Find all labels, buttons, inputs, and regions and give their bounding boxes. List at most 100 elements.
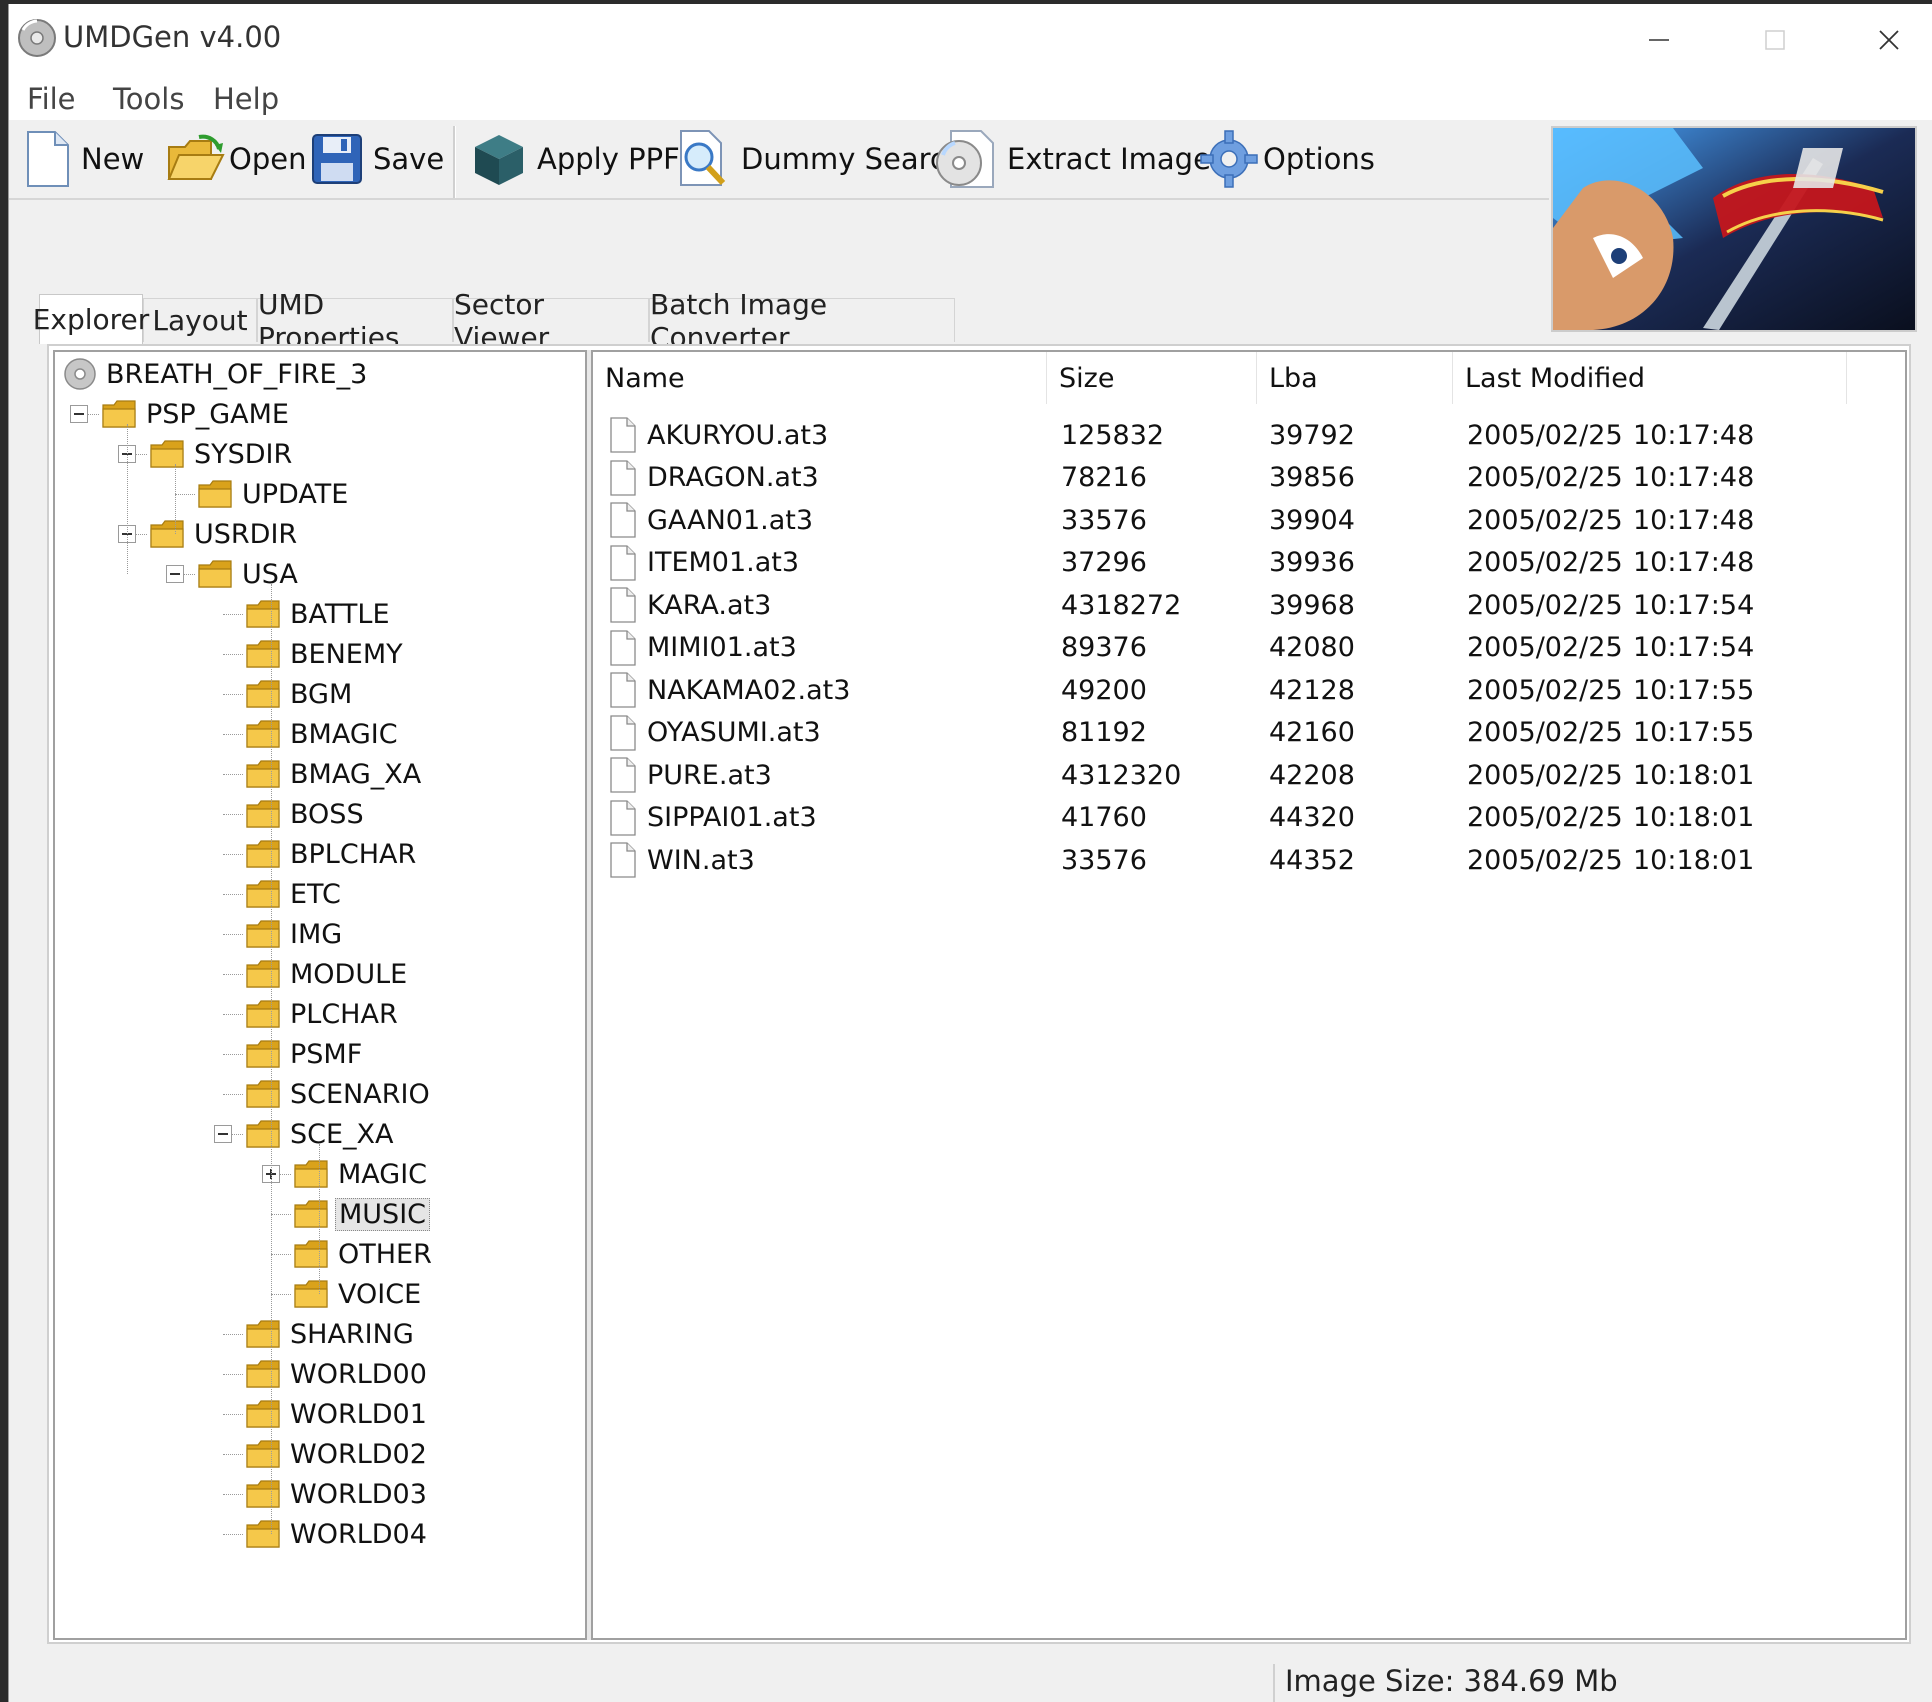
tree-node-world04[interactable]: WORLD04 (245, 1514, 430, 1554)
file-time: 10:17:48 (1633, 547, 1755, 578)
tab-sector-viewer[interactable]: Sector Viewer (453, 288, 649, 354)
tree-node-psp_game[interactable]: PSP_GAME (101, 394, 292, 434)
tree-node-sce_xa[interactable]: SCE_XA (245, 1114, 397, 1154)
options-button[interactable]: Options (1199, 124, 1375, 194)
tree-node-voice[interactable]: VOICE (293, 1274, 424, 1314)
table-row[interactable]: OYASUMI.at3 81192 42160 2005/02/25 10:17:55 (593, 712, 1905, 754)
tree-node-world01[interactable]: WORLD01 (245, 1394, 430, 1434)
table-row[interactable]: DRAGON.at3 78216 39856 2005/02/25 10:17:48 (593, 457, 1905, 499)
menu-file[interactable]: File (19, 80, 84, 118)
tree-node-label: SCENARIO (290, 1078, 430, 1110)
tree-connector (223, 1014, 243, 1015)
file-lba: 39904 (1269, 504, 1355, 536)
open-button[interactable]: Open (165, 124, 306, 194)
tab-explorer[interactable]: Explorer (33, 294, 149, 344)
file-list[interactable]: Name Size Lba Last Modified AKURYOU.at3 1… (591, 350, 1907, 1640)
maximize-icon (1765, 30, 1785, 50)
file-name: KARA.at3 (647, 589, 772, 621)
options-button-label: Options (1263, 142, 1375, 176)
tree-connector (223, 1094, 243, 1095)
tree-connector (223, 654, 243, 655)
title-bar: UMDGen v4.00 (9, 4, 1932, 74)
folder-icon (246, 1000, 280, 1028)
tree-node-img[interactable]: IMG (245, 914, 345, 954)
file-icon (610, 502, 636, 538)
tree-node-usa[interactable]: USA (197, 554, 301, 594)
file-icon (610, 417, 636, 453)
tree-node-bmagic[interactable]: BMAGIC (245, 714, 401, 754)
tree-node-label: MUSIC (335, 1197, 431, 1231)
tree-node-magic[interactable]: MAGIC (293, 1154, 430, 1194)
collapse-button[interactable] (214, 1125, 232, 1143)
file-name: MIMI01.at3 (647, 632, 797, 663)
table-row[interactable]: GAAN01.at3 33576 39904 2005/02/25 10:17:48 (593, 499, 1905, 541)
collapse-button[interactable] (166, 565, 184, 583)
tree-node-world02[interactable]: WORLD02 (245, 1434, 430, 1474)
tree-node-world03[interactable]: WORLD03 (245, 1474, 430, 1514)
tree-node-module[interactable]: MODULE (245, 954, 410, 994)
floppy-disk-icon (312, 134, 362, 184)
tree-node-battle[interactable]: BATTLE (245, 594, 393, 634)
file-date: 2005/02/25 (1467, 547, 1623, 578)
tree-node-music[interactable]: MUSIC (293, 1194, 431, 1234)
tab-umd-properties[interactable]: UMD Properties (257, 288, 453, 354)
image-size-status: Image Size: 384.69 Mb (1285, 1664, 1618, 1698)
folder-icon (246, 920, 280, 948)
tree-node-usrdir[interactable]: USRDIR (149, 514, 300, 554)
table-row[interactable]: ITEM01.at3 37296 39936 2005/02/25 10:17:48 (593, 542, 1905, 584)
table-row[interactable]: SIPPAI01.at3 41760 44320 2005/02/25 10:18:01 (593, 797, 1905, 839)
menu-tools[interactable]: Tools (105, 80, 192, 118)
file-time: 10:18:01 (1633, 802, 1755, 833)
column-header-size[interactable]: Size (1047, 352, 1257, 404)
table-row[interactable]: MIMI01.at3 89376 42080 2005/02/25 10:17:54 (593, 627, 1905, 669)
tree-node-psmf[interactable]: PSMF (245, 1034, 365, 1074)
toolbar-separator (453, 126, 456, 198)
save-button[interactable]: Save (311, 124, 444, 194)
maximize-button[interactable] (1725, 10, 1825, 70)
tree-connector (223, 894, 243, 895)
column-header-lba[interactable]: Lba (1257, 352, 1453, 404)
folder-icon (246, 760, 280, 788)
dummy-search-button-label: Dummy Search (741, 142, 965, 176)
dummy-search-button[interactable]: Dummy Search (675, 124, 964, 194)
tree-node-world00[interactable]: WORLD00 (245, 1354, 430, 1394)
file-size: 125832 (1061, 419, 1165, 451)
new-button[interactable]: New (25, 124, 144, 194)
table-row[interactable]: AKURYOU.at3 125832 39792 2005/02/25 10:17:48 (593, 414, 1905, 456)
tree-node-etc[interactable]: ETC (245, 874, 344, 914)
tree-node-label: MAGIC (338, 1158, 428, 1190)
tree-node-boss[interactable]: BOSS (245, 794, 367, 834)
tree-node-sysdir[interactable]: SYSDIR (149, 434, 295, 474)
tree-node-update[interactable]: UPDATE (197, 474, 351, 514)
file-icon (610, 459, 636, 496)
tab-layout[interactable]: Layout (143, 298, 257, 342)
column-header-name[interactable]: Name (593, 352, 1047, 404)
table-row[interactable]: PURE.at3 4312320 42208 2005/02/25 10:18:01 (593, 754, 1905, 796)
close-button[interactable] (1839, 10, 1932, 70)
tree-node-label: WORLD02 (290, 1438, 427, 1470)
table-row[interactable]: NAKAMA02.at3 49200 42128 2005/02/25 10:17:55 (593, 669, 1905, 711)
tab-batch-image-converter[interactable]: Batch Image Converter (649, 288, 955, 354)
extract-image-button[interactable]: Extract Image (933, 124, 1211, 194)
menu-help[interactable]: Help (205, 80, 287, 118)
tree-node-label: OTHER (338, 1238, 432, 1270)
column-header-last-modified[interactable]: Last Modified (1453, 352, 1847, 404)
cd-disc-icon (936, 130, 994, 188)
tree-node-label: PSMF (290, 1038, 363, 1070)
tree-node-label: BATTLE (290, 598, 390, 630)
tree-connector (223, 694, 243, 695)
tree-node-scenario[interactable]: SCENARIO (245, 1074, 433, 1114)
extract-image-button-label: Extract Image (1007, 142, 1211, 176)
tree-root[interactable]: BREATH_OF_FIRE_3 (63, 354, 370, 394)
tree-guide-line (319, 1144, 320, 1294)
table-row[interactable]: KARA.at3 4318272 39968 2005/02/25 10:17:54 (593, 584, 1905, 626)
tree-node-other[interactable]: OTHER (293, 1234, 435, 1274)
table-row[interactable]: WIN.at3 33576 44352 2005/02/25 10:18:01 (593, 839, 1905, 881)
tree-node-plchar[interactable]: PLCHAR (245, 994, 401, 1034)
apply-ppf-button[interactable]: Apply PPF (471, 124, 680, 194)
tree-node-benemy[interactable]: BENEMY (245, 634, 406, 674)
minimize-button[interactable] (1609, 10, 1709, 70)
collapse-button[interactable] (70, 405, 88, 423)
folder-tree[interactable]: BREATH_OF_FIRE_3 PSP_GAME SYSDIR UPDATE USR… (53, 350, 587, 1640)
tree-node-bgm[interactable]: BGM (245, 674, 355, 714)
